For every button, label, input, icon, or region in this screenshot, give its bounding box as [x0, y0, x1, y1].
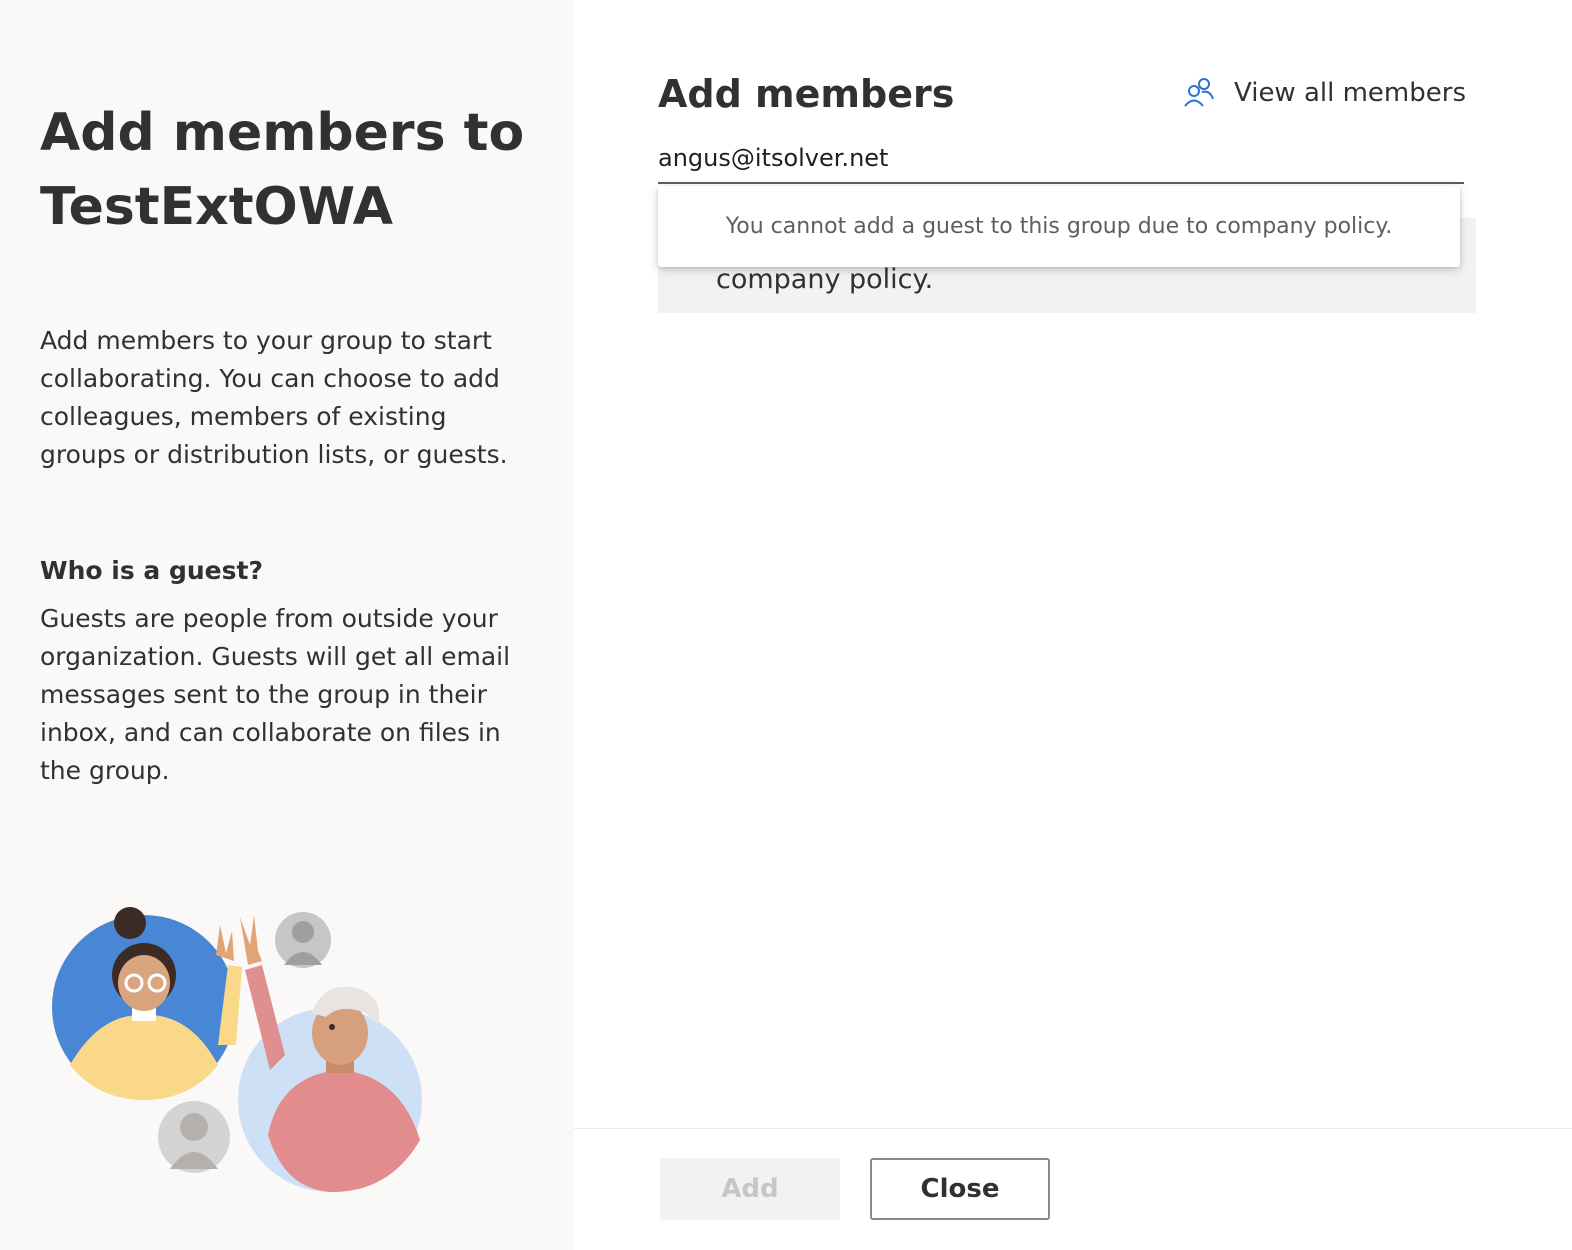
member-search-input[interactable]	[658, 136, 1464, 180]
collaboration-illustration	[52, 907, 422, 1192]
member-search-field	[658, 136, 1464, 184]
guest-policy-tooltip: You cannot add a guest to this group due…	[658, 186, 1460, 267]
guest-description: Guests are people from outside your orga…	[40, 604, 511, 785]
add-button[interactable]: Add	[660, 1158, 840, 1220]
left-info-panel: Add members to TestExtOWA Add members to…	[0, 0, 574, 1250]
view-all-members-label: View all members	[1234, 78, 1466, 108]
people-icon	[1184, 78, 1214, 107]
man-avatar-icon	[238, 915, 422, 1192]
placeholder-avatar-icon	[275, 912, 331, 968]
guest-heading: Who is a guest?	[40, 556, 263, 585]
tooltip-text: You cannot add a guest to this group due…	[725, 214, 1393, 239]
panel-description: Add members to your group to start colla…	[40, 326, 508, 469]
error-message-text: company policy.	[716, 264, 934, 295]
footer-divider	[574, 1128, 1572, 1129]
woman-avatar-icon	[52, 907, 242, 1100]
add-members-title: Add members	[658, 72, 955, 116]
view-all-members-link[interactable]: View all members	[1182, 70, 1466, 116]
add-members-panel: Add members View all members company pol…	[574, 0, 1572, 1250]
panel-heading: Add members to TestExtOWA	[40, 103, 525, 237]
placeholder-avatar-icon	[158, 1101, 230, 1173]
close-button[interactable]: Close	[870, 1158, 1050, 1220]
